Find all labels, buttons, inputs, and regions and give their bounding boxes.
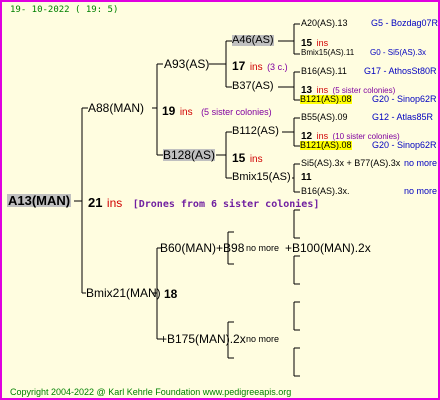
- header-date: 19- 10-2022 ( 19: 5): [10, 5, 119, 15]
- root-ins-label: ins: [106, 196, 123, 210]
- gen1-bmix21-name: Bmix21(MAN): [86, 286, 161, 300]
- gen2-b100-name: +B100(MAN).2x: [285, 241, 371, 255]
- gen4-g1-name: A20(AS).13: [301, 18, 348, 28]
- gen2-b128-ins-label: ins: [249, 154, 263, 165]
- gen3-b37-name: B37(AS): [232, 80, 274, 92]
- gen1-a88-ins-count: 19: [162, 104, 176, 118]
- gen2-a93-ins-group: 17 ins (3 c.): [232, 58, 288, 74]
- gen4-g2-extra: B121(AS).08: [300, 94, 352, 104]
- gen2-b128-ins-group: 15 ins: [232, 150, 263, 166]
- gen3-b112-name: B112(AS): [232, 125, 279, 137]
- root-name: A13(MAN): [7, 193, 72, 208]
- root-drones-note: [Drones from 6 sister colonies]: [132, 199, 320, 210]
- gen4-g4-name: Si5(AS).3x + B77(AS).3x: [301, 158, 401, 168]
- gen4-g4-no-more: no more: [404, 158, 438, 168]
- gen2-a93-ins-count: 17: [232, 59, 246, 73]
- gen1-a88-ins-label: ins: [179, 107, 193, 118]
- gen1-bmix21-ins-count: 18: [164, 287, 178, 301]
- gen4-g2-extra-location: G20 - Sinop62R: [372, 94, 437, 104]
- gen2-a93-ins-label: ins: [249, 62, 263, 73]
- gen4-g4-extra: B16(AS).3x.: [301, 186, 350, 196]
- gen4-g1-extra: Bmix15(AS).11: [301, 48, 355, 57]
- gen4-g2-name: B16(AS).11: [301, 66, 347, 76]
- root-ins-count: 21: [88, 195, 103, 210]
- gen4-g4-extra-no-more: no more: [404, 186, 438, 196]
- footer-copyright: Copyright 2004-2022 @ Karl Kehrle Founda…: [10, 387, 292, 397]
- gen4-g3-location: G12 - Atlas85R: [372, 112, 434, 122]
- gen4-g3-extra-location: G20 - Sinop62R: [372, 140, 437, 150]
- gen3-bmix15-name: Bmix15(AS): [232, 171, 291, 183]
- gen4-g1-ins-label: ins: [316, 38, 329, 48]
- gen2-b60-no-more: no more: [246, 243, 280, 253]
- gen1-a88-name: A88(MAN): [88, 101, 145, 115]
- root-ins-group: 21 ins [Drones from 6 sister colonies]: [88, 195, 319, 211]
- gen4-g4-ins-count: 11: [301, 172, 312, 183]
- gen2-b175-no-more: no more: [246, 334, 280, 344]
- gen2-b60-name: B60(MAN)+B98: [160, 241, 245, 255]
- gen2-b128-name: B128(AS): [163, 148, 216, 162]
- pedigree-frame: 19- 10-2022 ( 19: 5) A13(MAN) 21 ins [Dr…: [0, 0, 440, 400]
- gen2-b128-ins-count: 15: [232, 151, 246, 165]
- gen4-g1-location: G5 - Bozdag07R: [371, 18, 439, 28]
- gen1-a88-note: (5 sister colonies): [201, 107, 272, 117]
- gen4-g2-location: G17 - AthosSt80R: [364, 66, 437, 76]
- gen4-g3-name: B55(AS).09: [301, 112, 348, 122]
- gen2-a93-note: (3 c.): [267, 62, 288, 72]
- gen2-b175-name: +B175(MAN).2x: [160, 332, 246, 346]
- gen4-g1-extra-location: G0 - Si5(AS).3x: [370, 48, 427, 57]
- gen3-a46-name: A46(AS): [232, 34, 274, 46]
- gen1-a88-ins-group: 19 ins (5 sister colonies): [162, 103, 272, 119]
- gen4-g3-extra: B121(AS).08: [300, 140, 352, 150]
- gen2-a93-name: A93(AS): [164, 57, 210, 71]
